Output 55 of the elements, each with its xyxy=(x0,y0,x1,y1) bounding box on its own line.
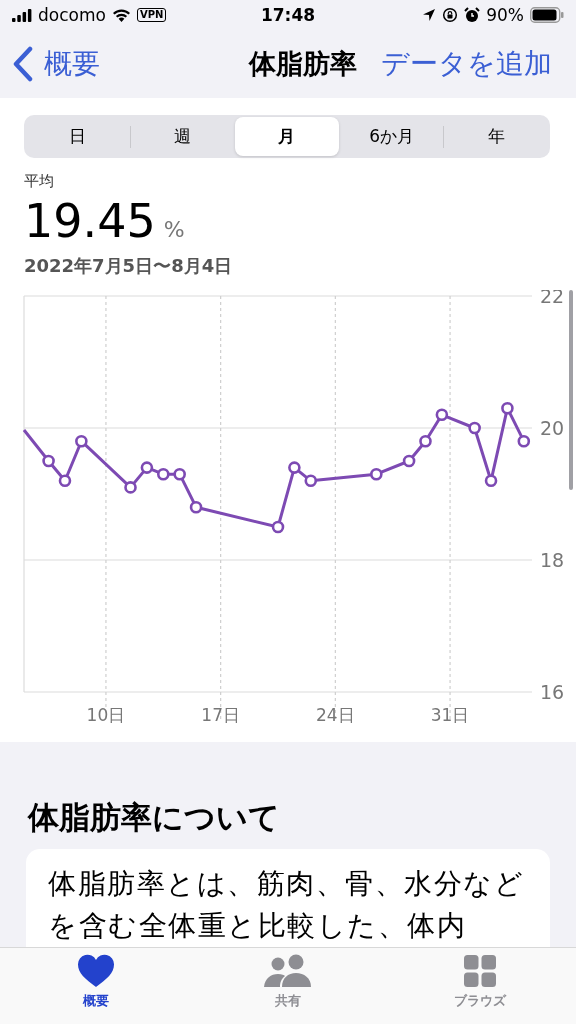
page-title: 体脂肪率 xyxy=(249,47,357,81)
point xyxy=(468,421,481,435)
rotation-lock-icon xyxy=(442,7,459,23)
point xyxy=(140,461,154,474)
range-tab[interactable]: 6か月 xyxy=(339,117,444,156)
x-axis-label: 31日 xyxy=(430,705,470,725)
location-arrow-icon xyxy=(422,8,437,22)
point xyxy=(304,474,318,488)
point xyxy=(173,467,186,481)
alarm-clock-icon xyxy=(464,7,481,23)
point xyxy=(75,434,88,448)
x-axis-label: 17日 xyxy=(201,705,240,725)
vpn-badge: VPN xyxy=(136,8,167,22)
back-button[interactable]: 概要 xyxy=(12,45,249,83)
point xyxy=(156,467,170,481)
average-label: 平均 xyxy=(24,172,54,190)
tab-bar-item[interactable]: 概要 xyxy=(0,948,192,1024)
battery-icon xyxy=(530,7,564,23)
point xyxy=(517,434,531,448)
wifi-icon xyxy=(111,8,131,22)
point xyxy=(58,474,72,488)
date-range: 2022年7月5日〜8月4日 xyxy=(24,255,233,276)
signal-icon xyxy=(12,8,32,22)
y-axis-label: 20 xyxy=(540,417,565,439)
unit-label: % xyxy=(163,217,185,242)
point xyxy=(402,454,416,468)
point xyxy=(435,408,449,422)
point xyxy=(484,474,498,488)
range-tab[interactable]: 日 xyxy=(26,117,130,156)
x-axis-label: 24日 xyxy=(316,705,355,725)
point xyxy=(42,454,55,468)
average-value: 19.45 xyxy=(24,194,156,248)
clock-time: 17:48 xyxy=(260,5,316,25)
range-tab[interactable]: 月 xyxy=(235,117,339,156)
point xyxy=(419,434,432,448)
point xyxy=(370,467,383,481)
battery-percent: 90% xyxy=(486,5,524,25)
people-icon xyxy=(263,954,313,988)
section-heading: 体脂肪率について xyxy=(28,799,280,835)
chevron-left-icon xyxy=(12,46,34,82)
add-data-button[interactable]: データを追加 xyxy=(381,45,552,83)
description-text: 体脂肪率とは、筋肉、骨、水分などを含む全体重と比較した、体内 xyxy=(48,866,525,944)
point xyxy=(501,401,514,415)
range-tab[interactable]: 年 xyxy=(444,117,548,156)
point xyxy=(189,500,203,514)
point xyxy=(271,520,285,534)
grid-icon xyxy=(463,954,497,988)
heart-icon xyxy=(77,954,115,988)
y-axis-label: 16 xyxy=(540,681,565,703)
carrier-name: docomo xyxy=(38,5,106,25)
point xyxy=(124,481,137,494)
point xyxy=(288,461,301,474)
range-tab[interactable]: 週 xyxy=(130,117,235,156)
x-axis-label: 10日 xyxy=(86,705,126,725)
y-axis-label: 18 xyxy=(540,549,565,571)
